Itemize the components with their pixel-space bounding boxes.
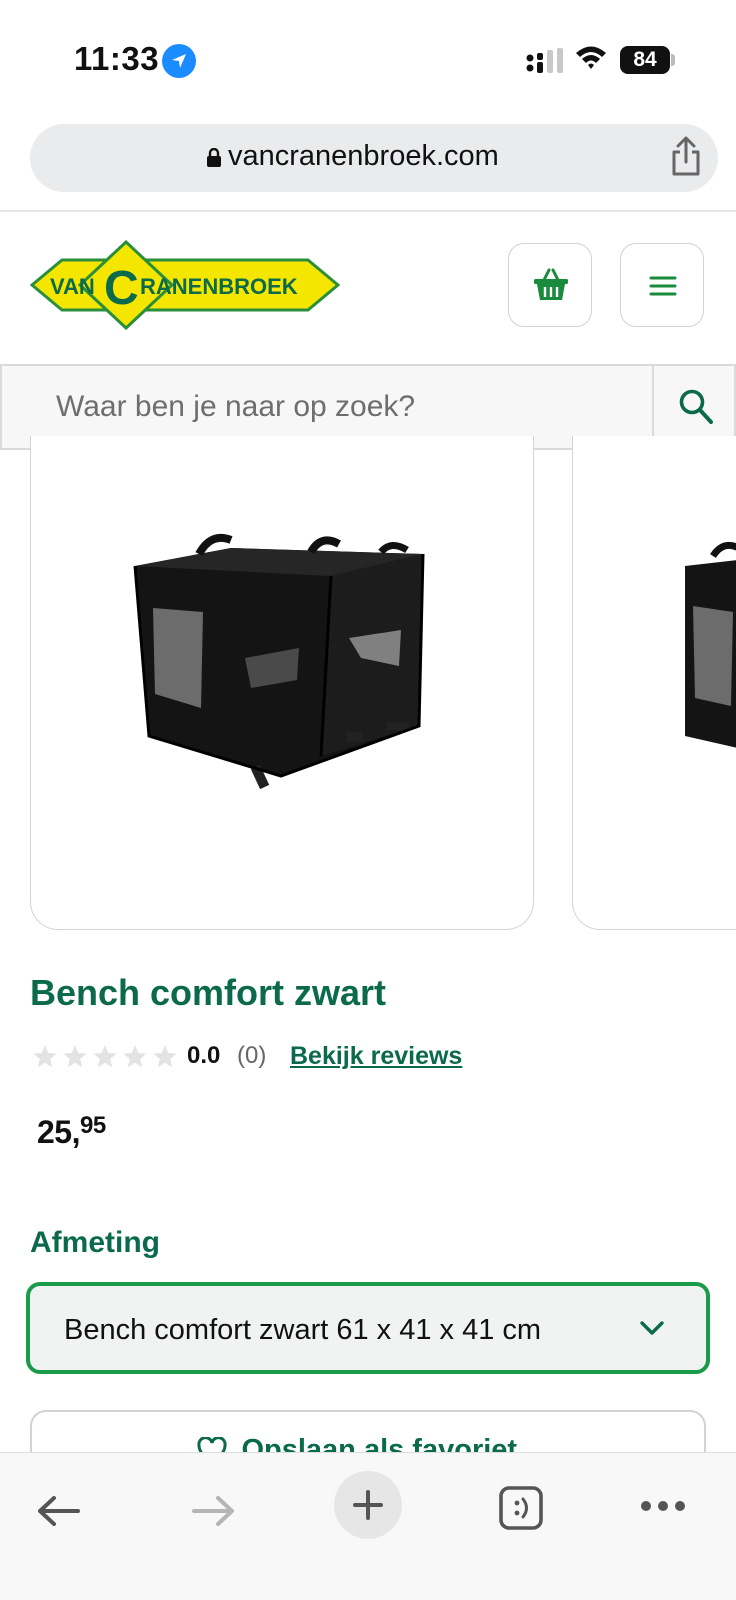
back-arrow-icon[interactable] xyxy=(36,1493,82,1529)
basket-button[interactable] xyxy=(508,243,592,327)
site-logo[interactable]: VAN C RANENBROEK xyxy=(29,239,341,335)
product-title: Bench comfort zwart xyxy=(30,972,387,1013)
status-time: 11:33 xyxy=(74,40,160,77)
cellular-signal-icon xyxy=(526,48,563,73)
product-price: 25,95 xyxy=(37,1112,106,1151)
star-icon xyxy=(63,1045,87,1068)
logo-text-ranenbroek: RANENBROEK xyxy=(140,274,298,299)
rating-count: (0) xyxy=(237,1042,267,1069)
hamburger-menu-icon xyxy=(649,276,677,296)
new-tab-button[interactable] xyxy=(334,1471,402,1539)
star-icon xyxy=(33,1045,57,1068)
plus-icon xyxy=(353,1490,383,1520)
rating-value: 0.0 xyxy=(187,1042,221,1069)
chevron-down-icon xyxy=(640,1321,664,1335)
logo-text-van: VAN xyxy=(50,274,95,299)
product-image-dog-crate xyxy=(133,533,425,790)
more-options-icon[interactable] xyxy=(640,1499,686,1513)
product-image-card-next[interactable] xyxy=(572,436,736,930)
product-image-card[interactable] xyxy=(30,436,534,930)
basket-icon xyxy=(534,268,568,300)
product-image-dog-crate-next xyxy=(685,541,736,748)
wifi-icon xyxy=(576,46,606,69)
status-bar: 11:33 84 xyxy=(0,0,736,110)
price-main: 25, xyxy=(37,1114,80,1150)
star-icon xyxy=(123,1045,147,1068)
battery-level: 84 xyxy=(620,46,670,74)
forward-arrow-icon[interactable] xyxy=(190,1493,236,1529)
rating-stars xyxy=(33,1045,177,1068)
star-icon xyxy=(93,1045,117,1068)
lock-icon xyxy=(207,148,221,167)
size-select[interactable]: Bench comfort zwart 61 x 41 x 41 cm xyxy=(26,1282,710,1374)
battery-tip xyxy=(671,54,675,66)
view-reviews-link[interactable]: Bekijk reviews xyxy=(290,1042,462,1071)
logo-text-c: C xyxy=(104,262,139,315)
price-cents: 95 xyxy=(79,1112,106,1139)
address-bar[interactable]: vancranenbroek.com xyxy=(30,124,718,192)
location-arrow-icon xyxy=(162,44,196,78)
tabs-icon[interactable] xyxy=(498,1485,544,1531)
url-text: vancranenbroek.com xyxy=(228,140,499,172)
star-icon xyxy=(153,1045,177,1068)
search-icon xyxy=(679,389,713,424)
menu-button[interactable] xyxy=(620,243,704,327)
header-divider xyxy=(0,210,736,212)
size-select-value: Bench comfort zwart 61 x 41 x 41 cm xyxy=(64,1314,542,1346)
size-label: Afmeting xyxy=(30,1226,160,1259)
share-icon[interactable] xyxy=(668,136,704,178)
browser-toolbar xyxy=(0,1452,736,1600)
